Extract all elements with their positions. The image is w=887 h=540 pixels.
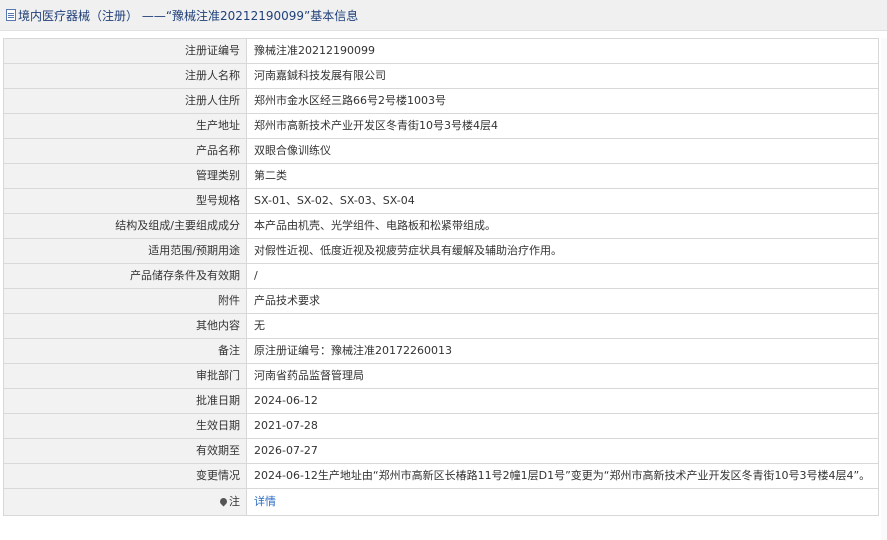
- row-value: /: [246, 263, 879, 289]
- table-row: 审批部门 河南省药品监督管理局: [3, 363, 879, 389]
- table-row: 管理类别 第二类: [3, 163, 879, 189]
- row-value: 第二类: [246, 163, 879, 189]
- note-label: 注: [229, 495, 240, 508]
- row-value: 原注册证编号：豫械注准20172260013: [246, 338, 879, 364]
- row-value: SX-01、SX-02、SX-03、SX-04: [246, 188, 879, 214]
- row-label: 审批部门: [3, 363, 247, 389]
- info-table: 注册证编号 豫械注准20212190099 注册人名称 河南嘉鋮科技发展有限公司…: [3, 38, 879, 516]
- note-value-cell: 详情: [246, 488, 879, 516]
- row-label: 生效日期: [3, 413, 247, 439]
- note-label-cell: 注: [3, 488, 247, 516]
- row-label: 管理类别: [3, 163, 247, 189]
- row-value: 2021-07-28: [246, 413, 879, 439]
- row-label: 注册人住所: [3, 88, 247, 114]
- row-label: 产品名称: [3, 138, 247, 164]
- row-value: 郑州市金水区经三路66号2号楼1003号: [246, 88, 879, 114]
- row-value: 产品技术要求: [246, 288, 879, 314]
- details-link[interactable]: 详情: [254, 495, 276, 508]
- row-label: 备注: [3, 338, 247, 364]
- table-row: 注册人名称 河南嘉鋮科技发展有限公司: [3, 63, 879, 89]
- row-label: 型号规格: [3, 188, 247, 214]
- row-value: 2024-06-12生产地址由“郑州市高新区长椿路11号2幢1层D1号”变更为“…: [246, 463, 879, 489]
- row-label: 适用范围/预期用途: [3, 238, 247, 264]
- row-value: 对假性近视、低度近视及视疲劳症状具有缓解及辅助治疗作用。: [246, 238, 879, 264]
- page-title: 境内医疗器械（注册） ——“豫械注准20212190099”基本信息: [18, 8, 359, 23]
- row-label: 变更情况: [3, 463, 247, 489]
- table-row: 有效期至 2026-07-27: [3, 438, 879, 464]
- table-row: 附件 产品技术要求: [3, 288, 879, 314]
- row-label: 其他内容: [3, 313, 247, 339]
- document-icon: [6, 9, 16, 21]
- row-value: 无: [246, 313, 879, 339]
- table-row: 备注 原注册证编号：豫械注准20172260013: [3, 338, 879, 364]
- row-label: 生产地址: [3, 113, 247, 139]
- row-value: 河南省药品监督管理局: [246, 363, 879, 389]
- row-value: 2024-06-12: [246, 388, 879, 414]
- table-row: 产品储存条件及有效期 /: [3, 263, 879, 289]
- row-value: 郑州市高新技术产业开发区冬青街10号3号楼4层4: [246, 113, 879, 139]
- table-row: 注册人住所 郑州市金水区经三路66号2号楼1003号: [3, 88, 879, 114]
- row-value: 豫械注准20212190099: [246, 38, 879, 64]
- table-row: 注册证编号 豫械注准20212190099: [3, 38, 879, 64]
- table-row: 批准日期 2024-06-12: [3, 388, 879, 414]
- row-value: 河南嘉鋮科技发展有限公司: [246, 63, 879, 89]
- table-row: 产品名称 双眼合像训练仪: [3, 138, 879, 164]
- table-row: 生产地址 郑州市高新技术产业开发区冬青街10号3号楼4层4: [3, 113, 879, 139]
- table-row: 变更情况 2024-06-12生产地址由“郑州市高新区长椿路11号2幢1层D1号…: [3, 463, 879, 489]
- row-value: 本产品由机壳、光学组件、电路板和松紧带组成。: [246, 213, 879, 239]
- table-row: 型号规格 SX-01、SX-02、SX-03、SX-04: [3, 188, 879, 214]
- row-value: 2026-07-27: [246, 438, 879, 464]
- row-label: 结构及组成/主要组成成分: [3, 213, 247, 239]
- row-label: 附件: [3, 288, 247, 314]
- table-row: 结构及组成/主要组成成分 本产品由机壳、光学组件、电路板和松紧带组成。: [3, 213, 879, 239]
- table-row: 其他内容 无: [3, 313, 879, 339]
- row-label: 产品储存条件及有效期: [3, 263, 247, 289]
- table-row: 适用范围/预期用途 对假性近视、低度近视及视疲劳症状具有缓解及辅助治疗作用。: [3, 238, 879, 264]
- row-label: 有效期至: [3, 438, 247, 464]
- row-label: 注册证编号: [3, 38, 247, 64]
- row-label: 批准日期: [3, 388, 247, 414]
- note-row: 注 详情: [3, 488, 879, 516]
- table-row: 生效日期 2021-07-28: [3, 413, 879, 439]
- pin-icon: [218, 496, 229, 507]
- page-title-bar: 境内医疗器械（注册） ——“豫械注准20212190099”基本信息: [0, 0, 887, 31]
- scroll-edge: [881, 38, 887, 540]
- row-value: 双眼合像训练仪: [246, 138, 879, 164]
- row-label: 注册人名称: [3, 63, 247, 89]
